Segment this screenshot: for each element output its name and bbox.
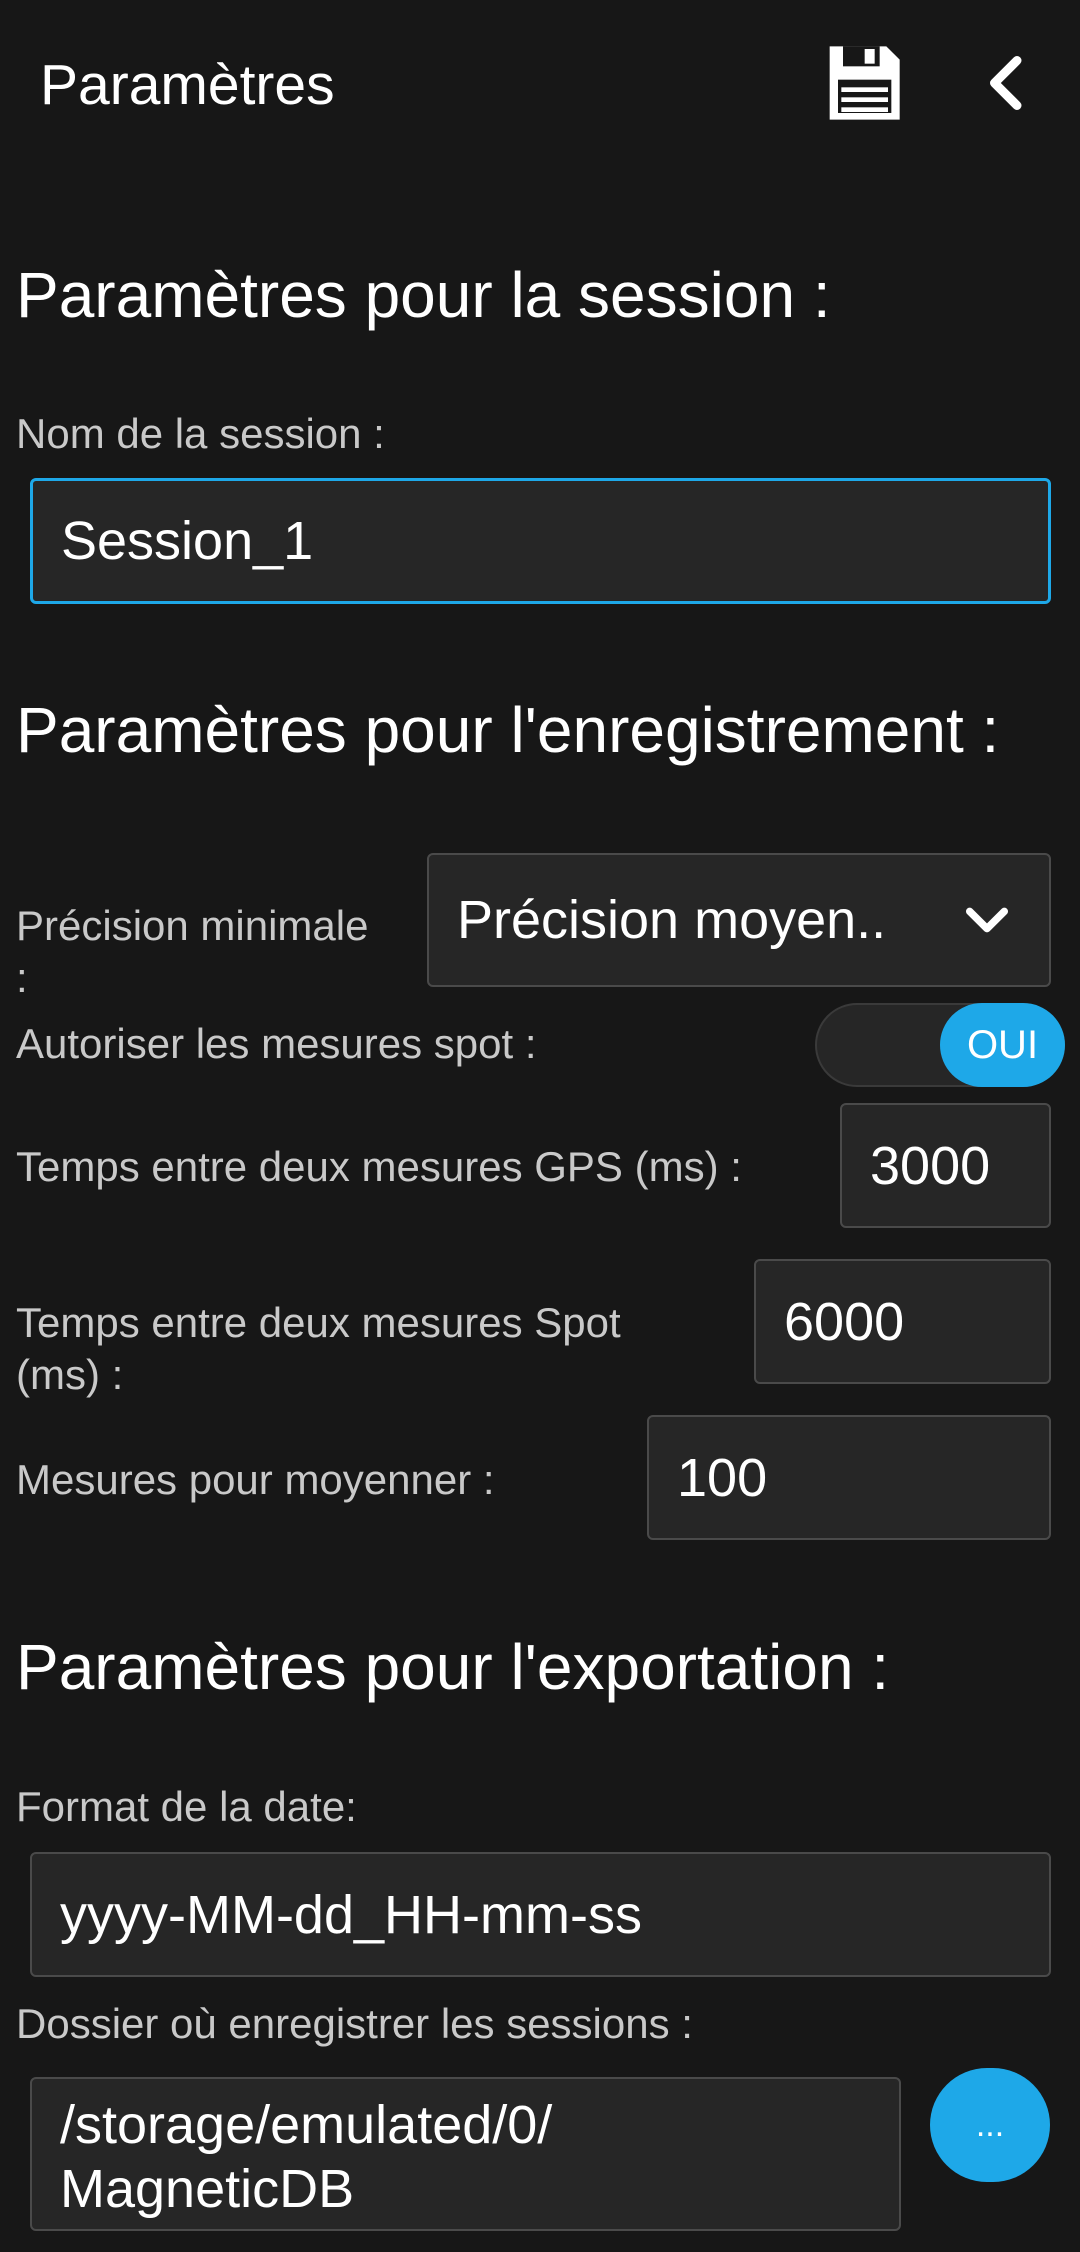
date-format-field[interactable] xyxy=(30,1852,1051,1977)
save-button[interactable] xyxy=(818,38,908,128)
session-name-field[interactable] xyxy=(30,478,1051,604)
settings-screen: Paramètres Paramètres pour la session : … xyxy=(0,0,1080,2252)
folder-label: Dossier où enregistrer les sessions : xyxy=(16,2000,693,2047)
spot-interval-label: Temps entre deux mesures Spot (ms) : xyxy=(16,1299,621,1398)
chevron-down-icon xyxy=(965,907,1009,933)
precision-selected-value: Précision moyen.. xyxy=(457,890,887,950)
date-format-input[interactable] xyxy=(60,1883,1049,1946)
floppy-disk-icon xyxy=(829,46,900,120)
spot-measures-label: Autoriser les mesures spot : xyxy=(16,1020,537,1067)
app-title: Paramètres xyxy=(40,53,335,117)
spot-interval-input[interactable] xyxy=(784,1290,1049,1353)
folder-path-field[interactable]: /storage/emulated/0/ MagneticDB xyxy=(30,2077,901,2231)
spot-interval-field[interactable] xyxy=(754,1259,1051,1384)
precision-label: Précision minimale : xyxy=(16,902,369,1001)
session-name-input[interactable] xyxy=(61,510,1048,572)
back-button[interactable] xyxy=(962,38,1052,128)
gps-interval-input[interactable] xyxy=(870,1134,1049,1197)
gps-interval-field[interactable] xyxy=(840,1103,1051,1228)
session-name-label: Nom de la session : xyxy=(16,410,385,457)
export-section-title: Paramètres pour l'exportation : xyxy=(16,1631,890,1703)
average-count-field[interactable] xyxy=(647,1415,1051,1540)
precision-dropdown[interactable]: Précision moyen.. xyxy=(427,853,1051,987)
spot-toggle-knob[interactable]: OUI xyxy=(940,1003,1065,1087)
chevron-left-icon xyxy=(990,56,1022,110)
recording-section-title: Paramètres pour l'enregistrement : xyxy=(16,694,1000,766)
browse-folder-button[interactable]: ... xyxy=(930,2068,1050,2182)
average-count-label: Mesures pour moyenner : xyxy=(16,1456,495,1503)
date-format-label: Format de la date: xyxy=(16,1783,357,1830)
average-count-input[interactable] xyxy=(677,1446,1049,1509)
session-section-title: Paramètres pour la session : xyxy=(16,259,831,331)
folder-path-value: /storage/emulated/0/ MagneticDB xyxy=(60,2095,553,2219)
gps-interval-label: Temps entre deux mesures GPS (ms) : xyxy=(16,1143,742,1190)
